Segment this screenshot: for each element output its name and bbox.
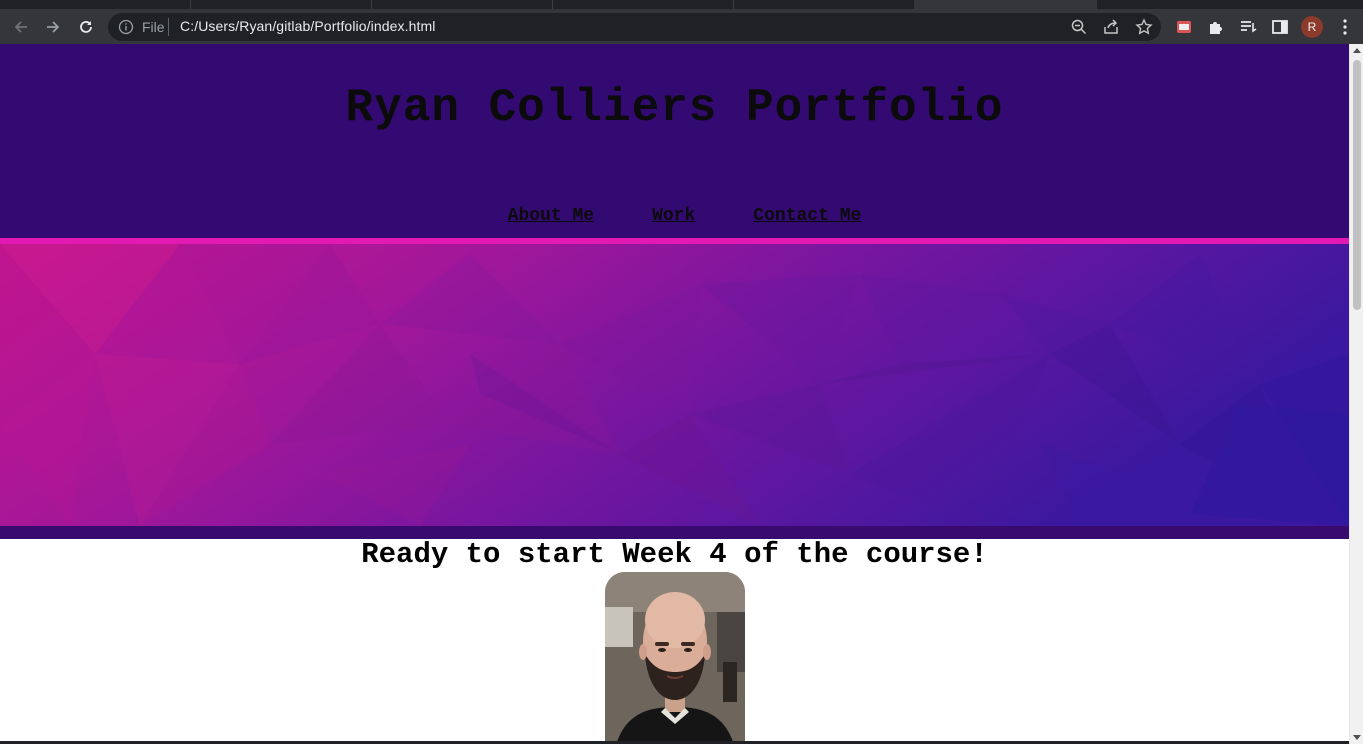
site-nav: About Me Work Contact Me xyxy=(0,206,1349,226)
page-headline: Ready to start Week 4 of the course! xyxy=(361,538,988,571)
tab-strip xyxy=(0,0,1363,9)
reload-button[interactable] xyxy=(73,14,99,40)
scroll-up-arrow[interactable] xyxy=(1353,48,1361,53)
extension-pdf-icon[interactable] xyxy=(1174,17,1194,37)
info-icon[interactable] xyxy=(118,19,134,35)
forward-button[interactable] xyxy=(40,14,66,40)
tab-divider xyxy=(190,0,191,9)
profile-photo xyxy=(605,572,745,744)
side-panel-icon[interactable] xyxy=(1270,17,1290,37)
hero-banner xyxy=(0,244,1349,526)
tab-divider xyxy=(552,0,553,9)
scroll-down-arrow[interactable] xyxy=(1353,735,1361,740)
tab-divider xyxy=(371,0,372,9)
address-bar[interactable]: File C:/Users/Ryan/gitlab/Portfolio/inde… xyxy=(108,13,1161,41)
reading-list-icon[interactable] xyxy=(1238,17,1258,37)
omnibox-divider xyxy=(168,18,169,36)
bookmark-star-icon[interactable] xyxy=(1135,18,1153,36)
low-poly-background-image xyxy=(0,244,1349,526)
tab-divider xyxy=(733,0,734,9)
url-text[interactable]: C:/Users/Ryan/gitlab/Portfolio/index.htm… xyxy=(180,18,435,34)
scrollbar-thumb[interactable] xyxy=(1353,60,1361,310)
portrait-image xyxy=(605,572,745,744)
scheme-label: File xyxy=(142,19,165,35)
site-title: Ryan Colliers Portfolio xyxy=(345,82,1004,134)
puzzle-icon[interactable] xyxy=(1206,17,1226,37)
browser-toolbar: File C:/Users/Ryan/gitlab/Portfolio/inde… xyxy=(0,9,1363,44)
vertical-scrollbar[interactable] xyxy=(1349,44,1363,744)
nav-link-work[interactable]: Work xyxy=(652,206,695,226)
back-icon xyxy=(14,21,27,33)
forward-icon xyxy=(47,21,60,33)
menu-icon[interactable] xyxy=(1335,17,1355,37)
nav-link-about-me[interactable]: About Me xyxy=(508,206,594,226)
reload-icon xyxy=(80,21,92,33)
active-tab[interactable] xyxy=(914,0,1097,9)
nav-link-contact-me[interactable]: Contact Me xyxy=(753,206,861,226)
site-header: Ryan Colliers Portfolio About Me Work Co… xyxy=(0,44,1349,238)
back-button[interactable] xyxy=(8,14,34,40)
profile-avatar[interactable]: R xyxy=(1301,16,1323,38)
share-icon[interactable] xyxy=(1102,18,1120,36)
page-viewport: Ryan Colliers Portfolio About Me Work Co… xyxy=(0,44,1349,744)
zoom-icon[interactable] xyxy=(1070,18,1088,36)
